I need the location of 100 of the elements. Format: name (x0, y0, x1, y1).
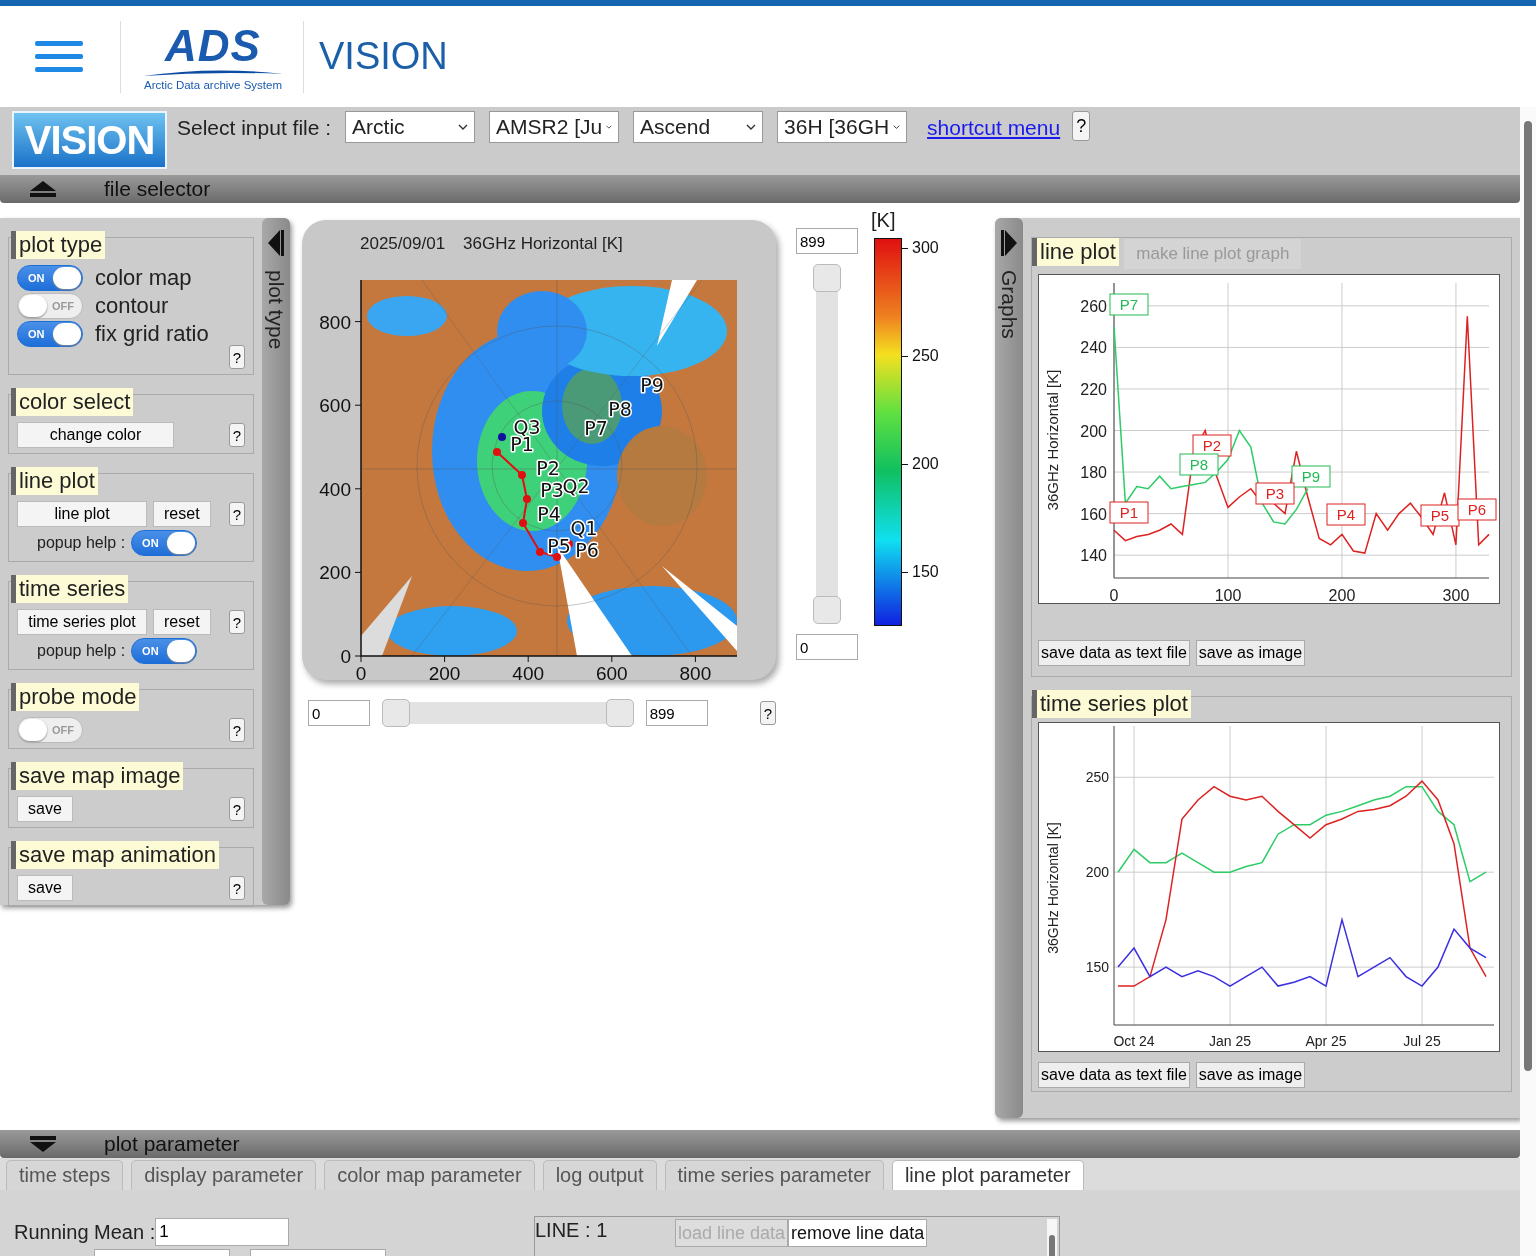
colorbar-tick-label: 200 (912, 454, 939, 473)
axis-tick-label: 100 (1214, 587, 1242, 603)
point-tag: P9 (1291, 465, 1331, 488)
toggle-label: contour (95, 293, 169, 319)
axis-tick-label: 400 (512, 663, 545, 682)
popup-help-label: popup help : (37, 534, 126, 552)
tab-label: plot type (264, 270, 288, 350)
help-button[interactable]: ? (228, 345, 245, 369)
help-button[interactable]: ? (228, 610, 245, 634)
colorbar-tick-label: 250 (912, 346, 939, 365)
expand-right-icon[interactable] (1001, 230, 1017, 256)
chevron-down-icon (606, 124, 613, 130)
help-button[interactable]: ? (228, 718, 245, 742)
panel-button[interactable]: time series plot (17, 609, 147, 635)
tab[interactable]: log output (542, 1160, 657, 1190)
logo-tagline: Arctic Data archive System (143, 78, 282, 91)
axis-title: 36GHz Horizontal [K] (1045, 822, 1061, 954)
tab-label: Graphs (997, 270, 1021, 339)
dropdown[interactable]: AMSR2 [Ju (489, 111, 620, 143)
axis-tick-label: 0 (355, 663, 367, 682)
caret-down-icon[interactable] (30, 1136, 56, 1152)
toggle-switch[interactable]: ON (131, 530, 198, 556)
menu-icon[interactable] (35, 40, 83, 73)
help-button[interactable]: ? (228, 502, 245, 526)
save-button[interactable]: save data as text file (1038, 1062, 1190, 1088)
slider-thumb[interactable] (382, 699, 410, 727)
chevron-down-icon (746, 124, 757, 130)
line-label: LINE : 1 (535, 1219, 609, 1242)
panel-button[interactable]: line plot (17, 501, 147, 527)
tab[interactable]: line plot parameter (891, 1160, 1084, 1190)
help-button[interactable]: ? (228, 423, 245, 447)
dropdown[interactable]: Arctic (345, 111, 476, 143)
axis-tick-label: 200 (1080, 422, 1107, 440)
shortcut-menu-link[interactable]: shortcut menu (927, 116, 1061, 140)
panel-button[interactable]: save (17, 875, 73, 901)
panel-button[interactable]: reset (153, 501, 211, 527)
axis-tick-label: 150 (1085, 959, 1109, 976)
panel-tab[interactable]: plot type (262, 218, 290, 905)
panel-button[interactable]: change color (17, 422, 174, 448)
eject-icon[interactable] (30, 181, 56, 197)
x-min-field[interactable]: 0 (308, 700, 370, 726)
point-label: Q1 (570, 517, 598, 539)
axis-tick-label: 260 (1080, 297, 1107, 315)
colorbar-unit: [K] (871, 209, 897, 232)
panel-button[interactable]: save (17, 796, 73, 822)
slider-thumb[interactable] (605, 699, 634, 727)
toggle-switch[interactable]: ON (17, 265, 83, 291)
axis-tick-label: 160 (1080, 505, 1107, 523)
tab[interactable]: color map parameter (324, 1160, 535, 1190)
help-button[interactable]: ? (1072, 111, 1091, 141)
save-button[interactable]: save as image (1195, 640, 1306, 666)
point-tag: P5 (1420, 504, 1460, 527)
dropdown[interactable]: 36H [36GH (777, 111, 908, 143)
save-button[interactable]: save data as text file (1038, 640, 1190, 666)
bar-label: plot parameter (104, 1132, 240, 1156)
point-tag: P3 (1255, 482, 1295, 505)
slider-thumb[interactable] (813, 264, 841, 292)
logo-wordmark: ADS (165, 22, 261, 69)
axis-tick-label: 220 (1080, 380, 1107, 398)
section-title: color select (11, 388, 134, 416)
line-data-button[interactable]: remove line data (788, 1219, 928, 1247)
section-title: save map image (11, 762, 184, 790)
point-tag: P7 (1109, 293, 1149, 316)
collapse-left-icon[interactable] (268, 230, 284, 256)
section-title: probe mode (11, 683, 140, 711)
toggle-switch[interactable]: ON (131, 638, 198, 664)
axis-tick-label: 250 (1085, 769, 1109, 786)
section-title: plot type (11, 231, 106, 259)
running-mean-label: Running Mean : (14, 1220, 156, 1244)
axis-tick-label: 300 (1442, 587, 1470, 603)
x-max-field[interactable]: 899 (645, 700, 708, 726)
tab[interactable]: time series parameter (664, 1160, 884, 1190)
y-max-field[interactable]: 899 (796, 228, 858, 254)
chevron-down-icon (458, 124, 469, 130)
slider-thumb[interactable] (813, 596, 841, 624)
axis-tick-label: 200 (1085, 864, 1109, 881)
y-min-field[interactable]: 0 (796, 634, 858, 660)
section-title: time series plot (1032, 690, 1191, 718)
axis-tick-label: 800 (319, 311, 351, 333)
toggle-label: color map (95, 265, 192, 291)
running-mean-field[interactable]: 1 (155, 1218, 290, 1246)
axis-tick-label: 600 (595, 663, 628, 682)
axis-tick-label: 240 (1080, 339, 1107, 357)
dropdown[interactable]: Ascend (633, 111, 764, 143)
panel-button[interactable]: reset (153, 609, 211, 635)
toggle-switch[interactable]: ON (17, 321, 83, 347)
axis-tick-label: 140 (1080, 547, 1107, 565)
help-button[interactable]: ? (228, 876, 245, 900)
point-tag: P6 (1457, 498, 1497, 521)
panel-tab[interactable]: Graphs (995, 218, 1023, 1118)
help-button[interactable]: ? (228, 797, 245, 821)
section-title: line plot (11, 467, 98, 495)
tab[interactable]: time steps (6, 1160, 124, 1190)
axis-tick-label: 0 (1109, 587, 1119, 603)
tab[interactable]: display parameter (131, 1160, 317, 1190)
help-button[interactable]: ? (759, 701, 776, 725)
scrollbar[interactable] (1047, 1219, 1057, 1256)
save-button[interactable]: save as image (1195, 1062, 1306, 1088)
scrollbar[interactable] (1520, 107, 1536, 1256)
point-tag: P4 (1326, 503, 1366, 526)
